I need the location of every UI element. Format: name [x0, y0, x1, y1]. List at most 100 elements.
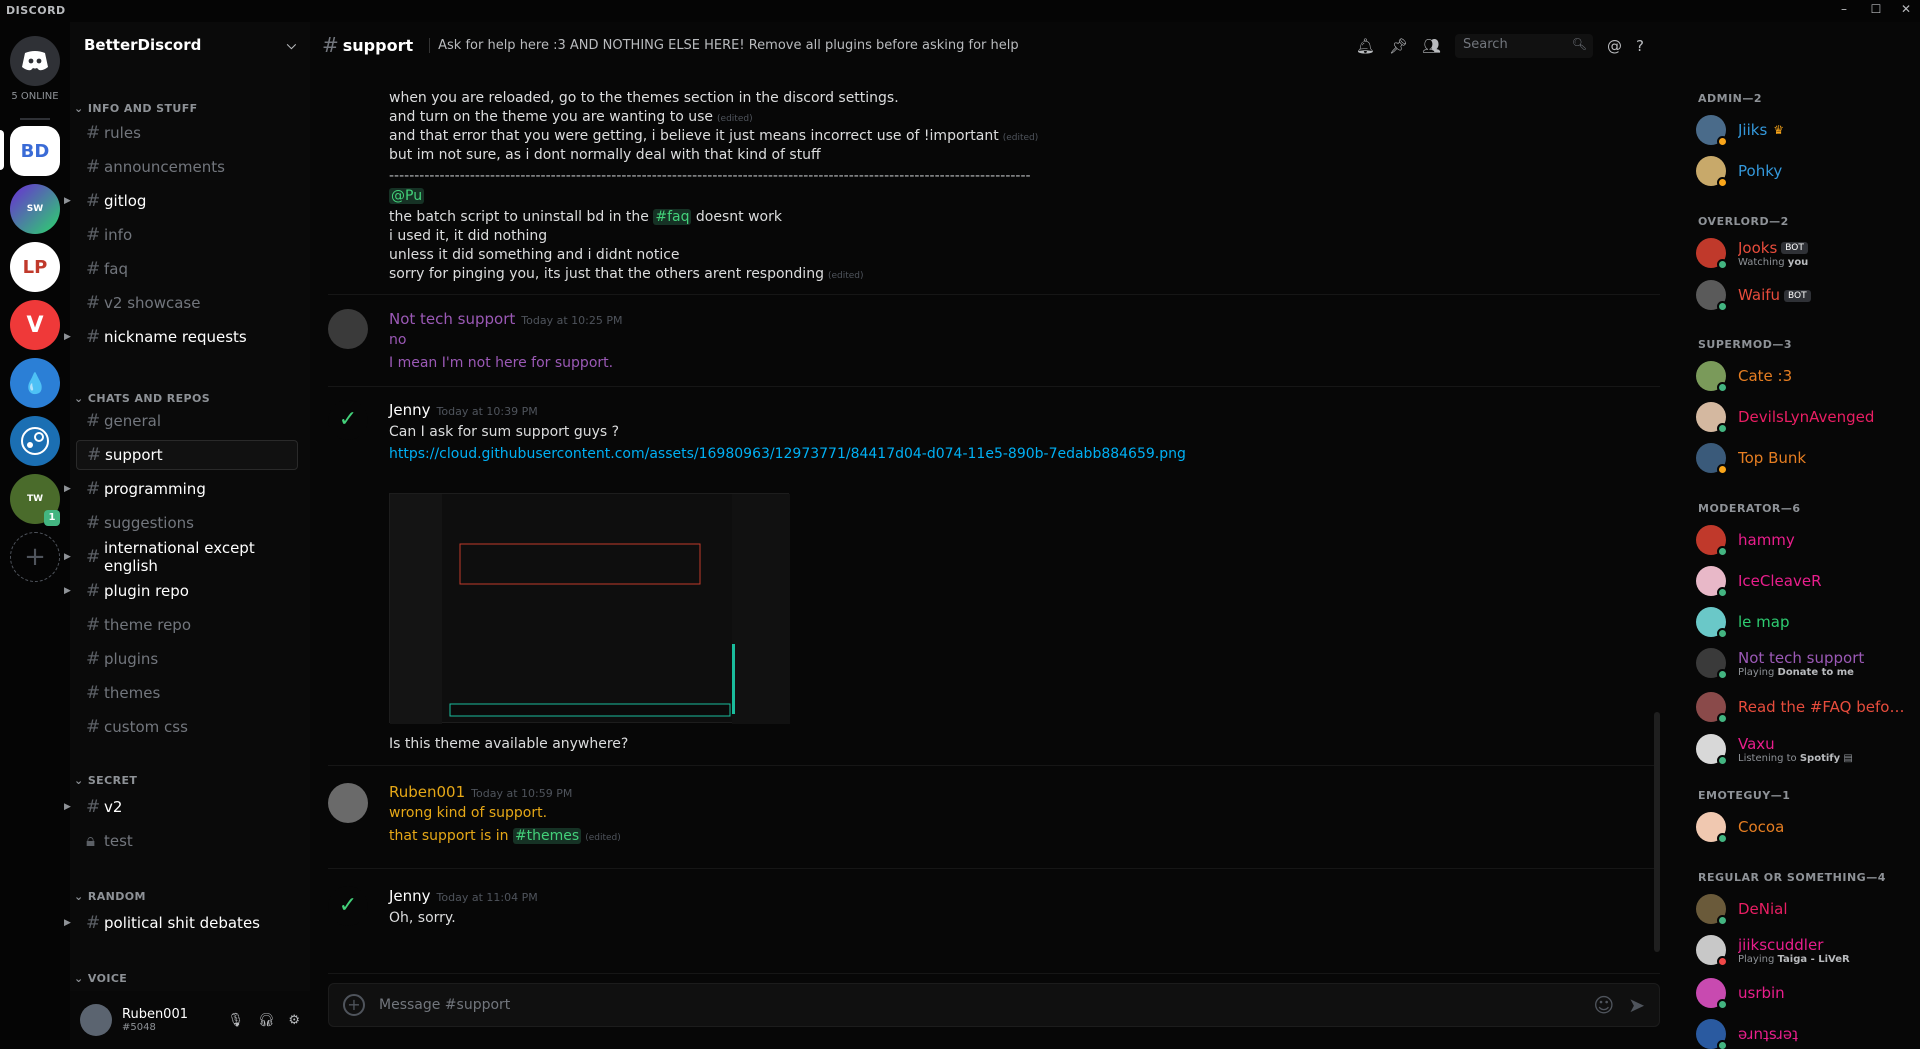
channel-plugins[interactable]: # plugins — [76, 644, 298, 674]
server-lp[interactable]: LP — [10, 242, 60, 292]
message-link[interactable]: https://cloud.githubusercontent.com/asse… — [389, 446, 1186, 462]
avatar[interactable] — [1696, 812, 1728, 844]
avatar[interactable] — [1696, 692, 1728, 724]
headphones-icon[interactable]: 🎧︎ — [258, 1013, 275, 1028]
category-voice[interactable]: ⌄ VOICE — [74, 972, 127, 985]
member-item[interactable]: Top Bunk — [1696, 438, 1916, 478]
chevron-down-icon[interactable]: ⌵ — [287, 38, 296, 53]
category-chats[interactable]: ⌄ CHATS AND REPOS — [74, 392, 210, 405]
member-item[interactable]: Cocoa — [1696, 807, 1916, 847]
channel-custom-css[interactable]: # custom css — [76, 712, 298, 742]
avatar[interactable]: ✓ — [328, 400, 368, 440]
member-item[interactable]: IceCleaveR — [1696, 561, 1916, 601]
channel-theme-repo[interactable]: # theme repo — [76, 610, 298, 640]
avatar[interactable] — [1696, 1019, 1728, 1049]
pin-icon[interactable]: 📌︎ — [1389, 37, 1408, 55]
maximize-button[interactable]: ☐ — [1862, 0, 1890, 22]
avatar[interactable] — [1696, 607, 1728, 639]
member-item[interactable]: jiikscuddler Playing Taiga - LiVeR — [1696, 930, 1916, 970]
bell-icon[interactable]: 🔔︎ — [1356, 37, 1375, 55]
member-item[interactable]: usrbin — [1696, 973, 1916, 1013]
server-betterdiscord[interactable]: BD — [10, 126, 60, 176]
channel-international[interactable]: ▶ # international except english — [64, 539, 298, 575]
avatar[interactable] — [328, 783, 368, 823]
channel-general[interactable]: # general — [76, 406, 298, 436]
avatar[interactable] — [1696, 238, 1728, 270]
member-item[interactable]: ǝɹnʇsɹǝʇ — [1696, 1014, 1916, 1049]
upload-plus-icon[interactable]: + — [343, 994, 365, 1016]
gear-icon[interactable]: ⚙ — [288, 1013, 300, 1028]
home-button[interactable] — [10, 36, 60, 86]
avatar[interactable] — [1696, 935, 1728, 967]
channel-v2[interactable]: ▶ # v2 — [64, 792, 298, 822]
member-item[interactable]: Jooks BOT Watching you — [1696, 233, 1916, 273]
avatar[interactable] — [1696, 280, 1728, 312]
user-mention[interactable]: @Pu — [389, 188, 425, 204]
mic-icon[interactable]: 🎙︎ — [227, 1013, 244, 1028]
server-steam[interactable] — [10, 416, 60, 466]
channel-suggestions[interactable]: # suggestions — [76, 508, 298, 538]
channel-themes[interactable]: # themes — [76, 678, 298, 708]
channel-plugin-repo[interactable]: ▶ # plugin repo — [64, 576, 298, 606]
channel-test[interactable]: 🔒︎ test — [76, 826, 298, 856]
channel-support[interactable]: # support — [76, 440, 298, 470]
member-item[interactable]: DeNial — [1696, 889, 1916, 929]
image-attachment[interactable] — [389, 493, 790, 724]
channel-programming[interactable]: ▶ # programming — [64, 474, 298, 504]
channel-faq[interactable]: # faq — [76, 254, 298, 284]
channel-rules[interactable]: # rules — [76, 118, 298, 148]
avatar[interactable] — [1696, 156, 1728, 188]
add-server-button[interactable]: + — [10, 532, 60, 582]
channel-info[interactable]: # info — [76, 220, 298, 250]
help-icon[interactable]: ? — [1636, 37, 1644, 55]
avatar[interactable] — [328, 309, 368, 349]
server-drop[interactable]: 💧 — [10, 358, 60, 408]
members-icon[interactable]: 👥︎ — [1422, 37, 1441, 55]
member-item[interactable]: Pohky — [1696, 151, 1916, 191]
member-item[interactable]: Jiiks ♛ — [1696, 110, 1916, 150]
avatar[interactable] — [1696, 525, 1728, 557]
minimize-button[interactable]: – — [1830, 0, 1858, 22]
member-item[interactable]: Cate :3 — [1696, 356, 1916, 396]
avatar[interactable] — [1696, 115, 1728, 147]
search-input[interactable]: Search 🔍︎ — [1455, 34, 1594, 58]
member-item[interactable]: Vaxu Listening to Spotify ▤ — [1696, 729, 1916, 769]
message-composer[interactable]: + Message #support ☺ ➤ — [328, 983, 1660, 1027]
send-icon[interactable]: ➤ — [1628, 993, 1645, 1017]
message-author[interactable]: Ruben001 Today at 10:59 PM — [389, 783, 572, 801]
member-item[interactable]: DevilsLynAvenged — [1696, 397, 1916, 437]
avatar[interactable] — [1696, 402, 1728, 434]
message-author[interactable]: Jenny Today at 10:39 PM — [389, 401, 538, 419]
message-author[interactable]: Not tech support Today at 10:25 PM — [389, 310, 622, 328]
avatar[interactable] — [1696, 566, 1728, 598]
channel-political[interactable]: ▶ # political shit debates — [64, 908, 298, 938]
avatar[interactable] — [1696, 978, 1728, 1010]
member-item[interactable]: le map — [1696, 602, 1916, 642]
avatar[interactable] — [1696, 894, 1728, 926]
channel-v2-showcase[interactable]: # v2 showcase — [76, 288, 298, 318]
category-random[interactable]: ⌄ RANDOM — [74, 890, 146, 903]
channel-mention[interactable]: #faq — [653, 209, 692, 225]
avatar[interactable] — [1696, 648, 1728, 680]
member-item[interactable]: Read the #FAQ before ... — [1696, 687, 1916, 727]
avatar[interactable]: ✓ — [328, 886, 368, 926]
message-input[interactable]: Message #support — [379, 997, 510, 1013]
channel-announcements[interactable]: # announcements — [76, 152, 298, 182]
guild-header[interactable]: BetterDiscord ⌵ — [70, 22, 310, 68]
avatar[interactable] — [1696, 443, 1728, 475]
member-item[interactable]: Waifu BOT — [1696, 275, 1916, 315]
category-info[interactable]: ⌄ INFO AND STUFF — [74, 102, 198, 115]
at-icon[interactable]: @ — [1607, 37, 1622, 55]
avatar[interactable] — [80, 1004, 112, 1036]
avatar[interactable] — [1696, 361, 1728, 393]
close-window-button[interactable]: ✕ — [1892, 0, 1920, 22]
member-item[interactable]: Not tech support Playing Donate to me — [1696, 643, 1916, 683]
member-item[interactable]: hammy — [1696, 520, 1916, 560]
category-secret[interactable]: ⌄ SECRET — [74, 774, 137, 787]
avatar[interactable] — [1696, 734, 1728, 766]
channel-mention[interactable]: #themes — [512, 828, 582, 844]
message-author[interactable]: Jenny Today at 11:04 PM — [389, 887, 538, 905]
channel-gitlog[interactable]: ▶ # gitlog — [64, 186, 298, 216]
emoji-icon[interactable]: ☺ — [1593, 993, 1614, 1017]
server-icon-2[interactable]: SW — [10, 184, 60, 234]
